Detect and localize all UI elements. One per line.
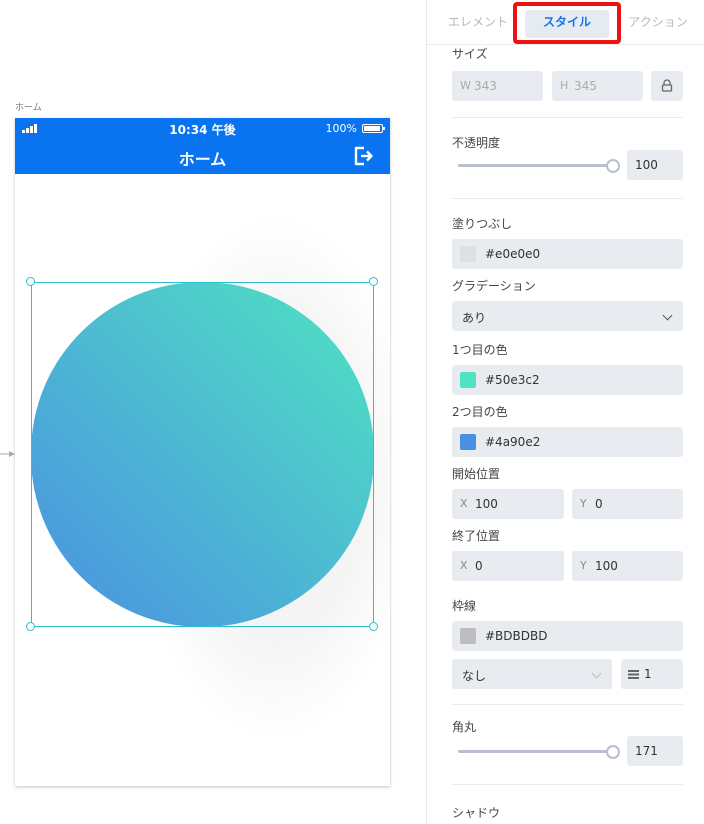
tab-action[interactable]: アクション bbox=[623, 10, 693, 38]
resize-handle-bottom-right[interactable] bbox=[369, 622, 378, 631]
width-prefix: W bbox=[460, 79, 471, 92]
chevron-down-icon bbox=[591, 668, 602, 679]
chevron-down-icon bbox=[662, 310, 673, 321]
connector-arrow-icon bbox=[0, 451, 15, 457]
divider bbox=[452, 784, 683, 785]
opacity-input[interactable]: 100 bbox=[627, 150, 683, 180]
battery-percent: 100% bbox=[325, 122, 357, 135]
line-weight-icon bbox=[628, 670, 639, 679]
border-style-value: なし bbox=[462, 669, 487, 683]
nav-title: ホーム bbox=[178, 150, 227, 169]
color2-input[interactable]: #4a90e2 bbox=[452, 427, 683, 457]
opacity-value: 100 bbox=[635, 158, 658, 172]
gradient-circle-shape[interactable] bbox=[31, 282, 374, 627]
end-y-value: 100 bbox=[595, 559, 618, 573]
height-input[interactable]: H 345 bbox=[552, 71, 643, 101]
border-style-select[interactable]: なし bbox=[452, 659, 612, 689]
color2-label: 2つ目の色 bbox=[452, 405, 508, 419]
color1-value: #50e3c2 bbox=[485, 373, 540, 387]
divider bbox=[452, 198, 683, 199]
width-input[interactable]: W 343 bbox=[452, 71, 543, 101]
border-width-value: 1 bbox=[644, 667, 652, 681]
border-color-input[interactable]: #BDBDBD bbox=[452, 621, 683, 651]
gradient-selected-value: あり bbox=[462, 311, 487, 325]
resize-handle-top-right[interactable] bbox=[369, 277, 378, 286]
lock-icon bbox=[661, 79, 673, 92]
divider bbox=[452, 704, 683, 705]
corner-radius-label: 角丸 bbox=[452, 720, 477, 734]
start-x-value: 100 bbox=[475, 497, 498, 511]
corner-radius-value: 171 bbox=[635, 744, 658, 758]
shadow-label: シャドウ bbox=[452, 806, 501, 820]
color1-input[interactable]: #50e3c2 bbox=[452, 365, 683, 395]
end-y-input[interactable]: Y 100 bbox=[572, 551, 683, 581]
nav-bar: ホーム bbox=[15, 138, 390, 174]
border-color-value: #BDBDBD bbox=[485, 629, 548, 643]
end-position-label: 終了位置 bbox=[452, 529, 501, 543]
border-label: 枠線 bbox=[452, 599, 477, 613]
resize-handle-bottom-left[interactable] bbox=[26, 622, 35, 631]
start-position-label: 開始位置 bbox=[452, 467, 501, 481]
opacity-label: 不透明度 bbox=[452, 136, 501, 150]
end-x-value: 0 bbox=[475, 559, 483, 573]
tab-style[interactable]: スタイル bbox=[525, 10, 609, 38]
corner-radius-input[interactable]: 171 bbox=[627, 736, 683, 766]
size-label: サイズ bbox=[452, 47, 488, 61]
color1-label: 1つ目の色 bbox=[452, 343, 508, 357]
phone-frame[interactable]: 10:34 午後 100% ホーム bbox=[15, 118, 390, 786]
corner-radius-slider[interactable] bbox=[458, 750, 613, 753]
gradient-label: グラデーション bbox=[452, 279, 536, 293]
fill-color-swatch[interactable] bbox=[460, 246, 476, 262]
border-color-swatch[interactable] bbox=[460, 628, 476, 644]
height-value: 345 bbox=[574, 79, 597, 93]
fill-color-value: #e0e0e0 bbox=[485, 247, 541, 261]
status-bar: 10:34 午後 100% bbox=[15, 118, 390, 138]
inspector-panel: エレメント スタイル アクション サイズ W 343 H 345 不透明度 10… bbox=[426, 0, 704, 824]
aspect-lock-button[interactable] bbox=[651, 71, 683, 101]
design-canvas[interactable]: ホーム 10:34 午後 100% ホーム bbox=[0, 0, 426, 824]
opacity-slider[interactable] bbox=[458, 164, 613, 167]
battery-icon bbox=[362, 124, 385, 133]
start-x-prefix: X bbox=[460, 497, 468, 510]
resize-handle-top-left[interactable] bbox=[26, 277, 35, 286]
end-y-prefix: Y bbox=[580, 559, 587, 572]
tab-element[interactable]: エレメント bbox=[443, 10, 513, 38]
width-value: 343 bbox=[474, 79, 497, 93]
frame-label: ホーム bbox=[15, 103, 42, 113]
start-y-input[interactable]: Y 0 bbox=[572, 489, 683, 519]
start-x-input[interactable]: X 100 bbox=[452, 489, 564, 519]
color2-value: #4a90e2 bbox=[485, 435, 541, 449]
color1-swatch[interactable] bbox=[460, 372, 476, 388]
logout-icon[interactable] bbox=[352, 145, 374, 167]
corner-radius-slider-thumb[interactable] bbox=[606, 745, 620, 759]
border-width-input[interactable]: 1 bbox=[621, 659, 683, 689]
fill-color-input[interactable]: #e0e0e0 bbox=[452, 239, 683, 269]
inspector-tabs: エレメント スタイル アクション bbox=[427, 0, 704, 45]
end-x-prefix: X bbox=[460, 559, 468, 572]
end-x-input[interactable]: X 0 bbox=[452, 551, 564, 581]
divider bbox=[452, 117, 683, 118]
start-y-value: 0 bbox=[595, 497, 603, 511]
start-y-prefix: Y bbox=[580, 497, 587, 510]
gradient-select[interactable]: あり bbox=[452, 301, 683, 331]
fill-label: 塗りつぶし bbox=[452, 217, 513, 231]
height-prefix: H bbox=[560, 79, 569, 92]
color2-swatch[interactable] bbox=[460, 434, 476, 450]
opacity-slider-thumb[interactable] bbox=[606, 159, 620, 173]
